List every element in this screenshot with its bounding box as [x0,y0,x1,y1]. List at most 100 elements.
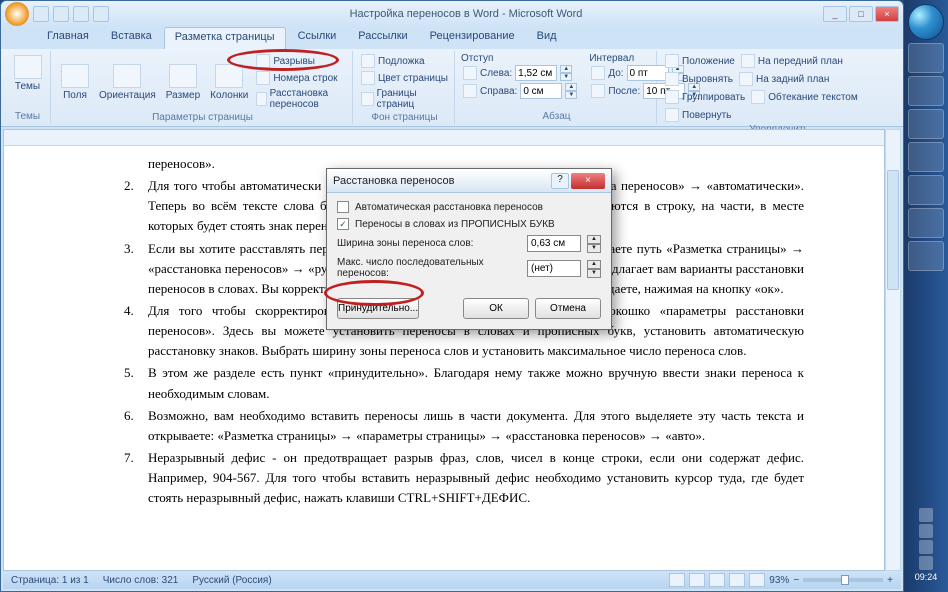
zoom-in-button[interactable]: + [887,575,893,586]
dialog-titlebar[interactable]: Расстановка переносов ? × [327,169,611,193]
tab-review[interactable]: Рецензирование [420,27,525,49]
tab-mailings[interactable]: Рассылки [348,27,417,49]
size-button[interactable]: Размер [162,62,204,103]
dialog-help-button[interactable]: ? [551,173,569,189]
page-borders-button[interactable]: Границы страниц [359,87,450,111]
rotate-icon [665,108,679,122]
indent-header: Отступ [461,53,579,64]
status-words[interactable]: Число слов: 321 [103,575,179,586]
taskbar-item[interactable] [908,109,944,139]
auto-hyphenation-checkbox[interactable] [337,201,349,213]
themes-icon [14,55,42,79]
qat-undo-icon[interactable] [53,6,69,22]
maximize-button[interactable]: □ [849,6,873,22]
text-wrap-button[interactable]: Обтекание текстом [749,89,860,105]
ribbon: Темы Темы Поля Ориентация Размер Колонки… [1,49,903,127]
caps-hyphenation-checkbox[interactable]: ✓ [337,218,349,230]
hyphenation-dialog: Расстановка переносов ? × Автоматическая… [326,168,612,330]
indent-right-spinner[interactable]: ▲▼ [565,83,577,99]
line-numbers-button[interactable]: Номера строк [254,70,348,86]
taskbar-item[interactable] [908,208,944,238]
spacing-before-icon [591,66,605,80]
window-title: Настройка переносов в Word - Microsoft W… [109,8,823,20]
quick-access-toolbar [33,6,109,22]
auto-hyphenation-label: Автоматическая расстановка переносов [355,202,601,213]
indent-left-input[interactable] [515,65,557,81]
status-bar: Страница: 1 из 1 Число слов: 321 Русский… [3,571,901,589]
tab-insert[interactable]: Вставка [101,27,162,49]
taskbar-clock[interactable]: 09:24 [915,572,938,582]
zoom-out-button[interactable]: − [793,575,799,586]
qat-redo-icon[interactable] [73,6,89,22]
view-web-icon[interactable] [709,573,725,587]
bring-front-button[interactable]: На передний план [739,53,845,69]
max-consecutive-spinner[interactable]: ▲▼ [587,260,601,277]
rotate-button[interactable]: Повернуть [663,107,733,123]
zoom-level[interactable]: 93% [769,575,789,586]
office-button[interactable] [5,2,29,26]
zoom-slider-thumb[interactable] [841,575,849,585]
start-button[interactable] [908,4,944,40]
view-fullscreen-icon[interactable] [689,573,705,587]
zone-width-spinner[interactable]: ▲▼ [587,235,601,252]
taskbar-item[interactable] [908,142,944,172]
dialog-close-button[interactable]: × [571,173,605,189]
page-color-button[interactable]: Цвет страницы [359,70,450,86]
position-button[interactable]: Положение [663,53,737,69]
vertical-scrollbar[interactable] [885,129,901,571]
zone-width-input[interactable] [527,235,581,252]
tab-references[interactable]: Ссылки [288,27,347,49]
page-color-icon [361,71,375,85]
tray-icon[interactable] [919,524,933,538]
close-button[interactable]: × [875,6,899,22]
tab-page-layout[interactable]: Разметка страницы [164,27,286,49]
indent-right-icon [463,84,477,98]
align-button[interactable]: Выровнять [663,71,735,87]
columns-button[interactable]: Колонки [206,62,252,103]
send-back-icon [739,72,753,86]
tray-icon[interactable] [919,540,933,554]
orientation-button[interactable]: Ориентация [95,62,160,103]
status-page[interactable]: Страница: 1 из 1 [11,575,89,586]
columns-icon [215,64,243,88]
breaks-button[interactable]: Разрывы [254,53,348,69]
breaks-icon [256,54,270,68]
taskbar-item[interactable] [908,241,944,271]
tab-view[interactable]: Вид [527,27,567,49]
group-paragraph-label: Абзац [461,110,652,122]
zoom-slider[interactable] [803,578,883,582]
qat-save-icon[interactable] [33,6,49,22]
tray-icon[interactable] [919,556,933,570]
force-button[interactable]: Принудительно... [337,298,419,319]
ok-button[interactable]: ОК [463,298,529,319]
status-language[interactable]: Русский (Россия) [192,575,271,586]
group-button[interactable]: Группировать [663,89,747,105]
doc-line: Неразрывный дефис - он предотвращает раз… [148,448,804,508]
max-consecutive-input[interactable] [527,260,581,277]
cancel-button[interactable]: Отмена [535,298,601,319]
indent-left-spinner[interactable]: ▲▼ [560,65,572,81]
indent-right-input[interactable] [520,83,562,99]
taskbar-item[interactable] [908,76,944,106]
view-outline-icon[interactable] [729,573,745,587]
group-icon [665,90,679,104]
line-numbers-icon [256,71,270,85]
horizontal-ruler[interactable] [4,130,884,146]
doc-line: Возможно, вам необходимо вставить перено… [148,406,804,446]
minimize-button[interactable]: _ [823,6,847,22]
tray-icon[interactable] [919,508,933,522]
hyphenation-button[interactable]: Расстановка переносов [254,87,348,111]
view-print-layout-icon[interactable] [669,573,685,587]
doc-line: В этом же разделе есть пункт «принудител… [148,363,804,403]
scroll-thumb[interactable] [887,170,899,290]
send-back-button[interactable]: На задний план [737,71,831,87]
qat-more-icon[interactable] [93,6,109,22]
taskbar-item[interactable] [908,43,944,73]
windows-taskbar: 09:24 [904,0,948,592]
themes-button[interactable]: Темы [9,53,46,94]
margins-button[interactable]: Поля [57,62,93,103]
taskbar-item[interactable] [908,175,944,205]
watermark-button[interactable]: Подложка [359,53,450,69]
tab-home[interactable]: Главная [37,27,99,49]
view-draft-icon[interactable] [749,573,765,587]
